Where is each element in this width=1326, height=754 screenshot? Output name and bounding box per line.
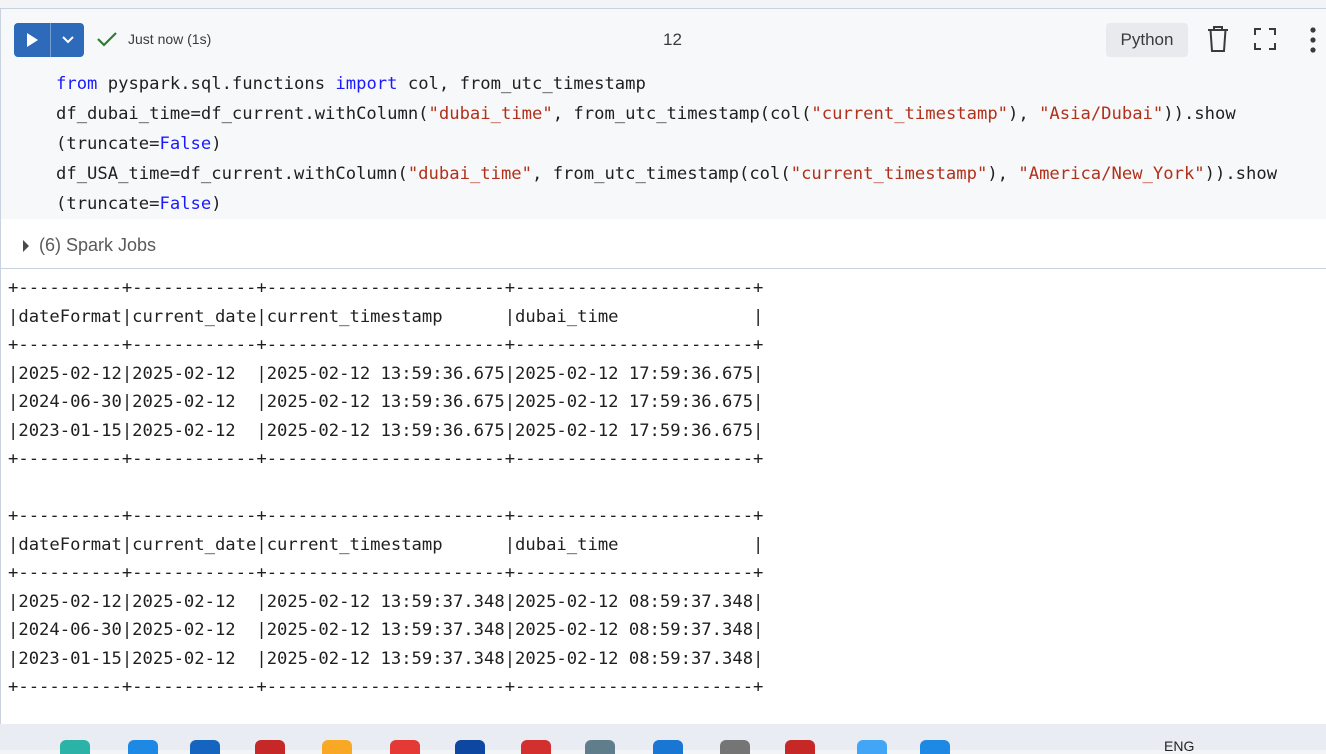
code-token: "Asia/Dubai"	[1039, 104, 1164, 124]
code-line: from pyspark.sql.functions import col, f…	[56, 69, 646, 99]
folder-icon[interactable]	[322, 740, 352, 754]
edge-icon[interactable]	[128, 740, 158, 754]
more-options-button[interactable]	[1307, 27, 1319, 57]
run-status: Just now (1s)	[96, 30, 211, 48]
output-line: +----------+------------+---------------…	[8, 278, 764, 298]
gmail-icon[interactable]	[255, 740, 285, 754]
output-line: |2023-01-15|2025-02-12 |2025-02-12 13:59…	[8, 648, 764, 669]
output-line: +----------+------------+---------------…	[8, 677, 764, 697]
output-line: |2023-01-15|2025-02-12 |2025-02-12 13:59…	[8, 420, 764, 441]
code-token: )).show	[1163, 104, 1236, 124]
output-line: |2024-06-30|2025-02-12 |2025-02-12 13:59…	[8, 392, 764, 412]
code-token: df_USA_time=df_current.withColumn(	[56, 164, 408, 184]
code-token: )	[211, 134, 222, 154]
code-token: (truncate=	[56, 194, 160, 214]
mail-icon[interactable]	[857, 740, 887, 754]
output-line: +----------+------------+---------------…	[8, 506, 764, 526]
output-line: +----------+------------+---------------…	[8, 335, 764, 355]
notepad-icon[interactable]	[920, 740, 950, 754]
run-button-group	[14, 23, 84, 57]
cell-output: +----------+------------+---------------…	[8, 274, 763, 702]
outlook-icon[interactable]	[455, 740, 485, 754]
code-token: )	[211, 194, 222, 214]
windows-taskbar: ENG	[0, 724, 1326, 754]
code-token: col, from_utc_timestamp	[397, 74, 646, 94]
azure-icon[interactable]	[653, 740, 683, 754]
code-line: df_USA_time=df_current.withColumn("dubai…	[56, 159, 1277, 189]
code-token: )).show	[1204, 164, 1278, 184]
status-text: Just now (1s)	[128, 31, 212, 47]
fullscreen-button[interactable]	[1253, 27, 1277, 55]
run-options-dropdown[interactable]	[51, 23, 84, 57]
output-line: |2025-02-12|2025-02-12 |2025-02-12 13:59…	[8, 363, 764, 384]
settings-icon[interactable]	[720, 740, 750, 754]
code-token: df_dubai_time=df_current.withColumn(	[56, 104, 429, 124]
code-token: ),	[1008, 104, 1040, 124]
code-token: False	[159, 134, 212, 154]
output-line: |2024-06-30|2025-02-12 |2025-02-12 13:59…	[8, 620, 764, 640]
code-token: import	[335, 74, 398, 94]
output-line: |dateFormat|current_date|current_timesta…	[8, 534, 764, 555]
output-line: +----------+------------+---------------…	[8, 563, 764, 583]
code-editor[interactable]: from pyspark.sql.functions import col, f…	[1, 69, 1326, 219]
language-indicator[interactable]: ENG	[1164, 738, 1194, 754]
spark-jobs-label: (6) Spark Jobs	[39, 235, 157, 255]
chrome-profile-icon[interactable]	[785, 740, 815, 754]
checkmark-icon	[97, 32, 117, 47]
code-token: from	[56, 74, 98, 94]
code-token: , from_utc_timestamp(col(	[532, 164, 791, 184]
output-divider	[1, 268, 1326, 269]
code-token: ),	[987, 164, 1019, 184]
code-token: , from_utc_timestamp(col(	[552, 104, 812, 124]
cell-toolbar: Just now (1s) 12 Python	[1, 9, 1326, 69]
cell-number: 12	[663, 30, 682, 49]
store-icon[interactable]	[190, 740, 220, 754]
code-token: "current_timestamp"	[811, 104, 1009, 124]
output-line: |dateFormat|current_date|current_timesta…	[8, 306, 764, 327]
code-token: (truncate=	[56, 134, 160, 154]
code-token: "dubai_time"	[428, 104, 553, 124]
code-token: pyspark.sql.functions	[97, 74, 336, 94]
code-line: (truncate=False)	[56, 129, 222, 159]
teams-icon[interactable]	[585, 740, 615, 754]
trash-icon	[1208, 26, 1228, 52]
code-line: df_dubai_time=df_current.withColumn("dub…	[56, 99, 1236, 129]
spark-jobs-toggle[interactable]: (6) Spark Jobs	[21, 235, 156, 256]
notebook-cell: Just now (1s) 12 Python from pyspark.sql…	[0, 8, 1326, 724]
delete-cell-button[interactable]	[1206, 25, 1230, 57]
copilot-icon[interactable]	[60, 740, 90, 754]
code-token: "current_timestamp"	[790, 164, 988, 184]
calendar-icon[interactable]	[390, 740, 420, 754]
expand-icon	[1254, 28, 1276, 50]
run-cell-button[interactable]	[14, 23, 50, 57]
language-selector[interactable]: Python	[1106, 23, 1188, 57]
chrome-icon[interactable]	[521, 740, 551, 754]
caret-right-icon	[23, 239, 29, 252]
output-line: |2025-02-12|2025-02-12 |2025-02-12 13:59…	[8, 591, 764, 612]
code-token: "America/New_York"	[1018, 164, 1205, 184]
output-line: +----------+------------+---------------…	[8, 449, 764, 469]
play-icon	[27, 33, 38, 47]
code-line: (truncate=False)	[56, 189, 222, 219]
chevron-down-icon	[61, 36, 74, 44]
code-token: False	[159, 194, 212, 214]
more-vertical-icon	[1310, 27, 1316, 53]
code-token: "dubai_time"	[407, 164, 533, 184]
